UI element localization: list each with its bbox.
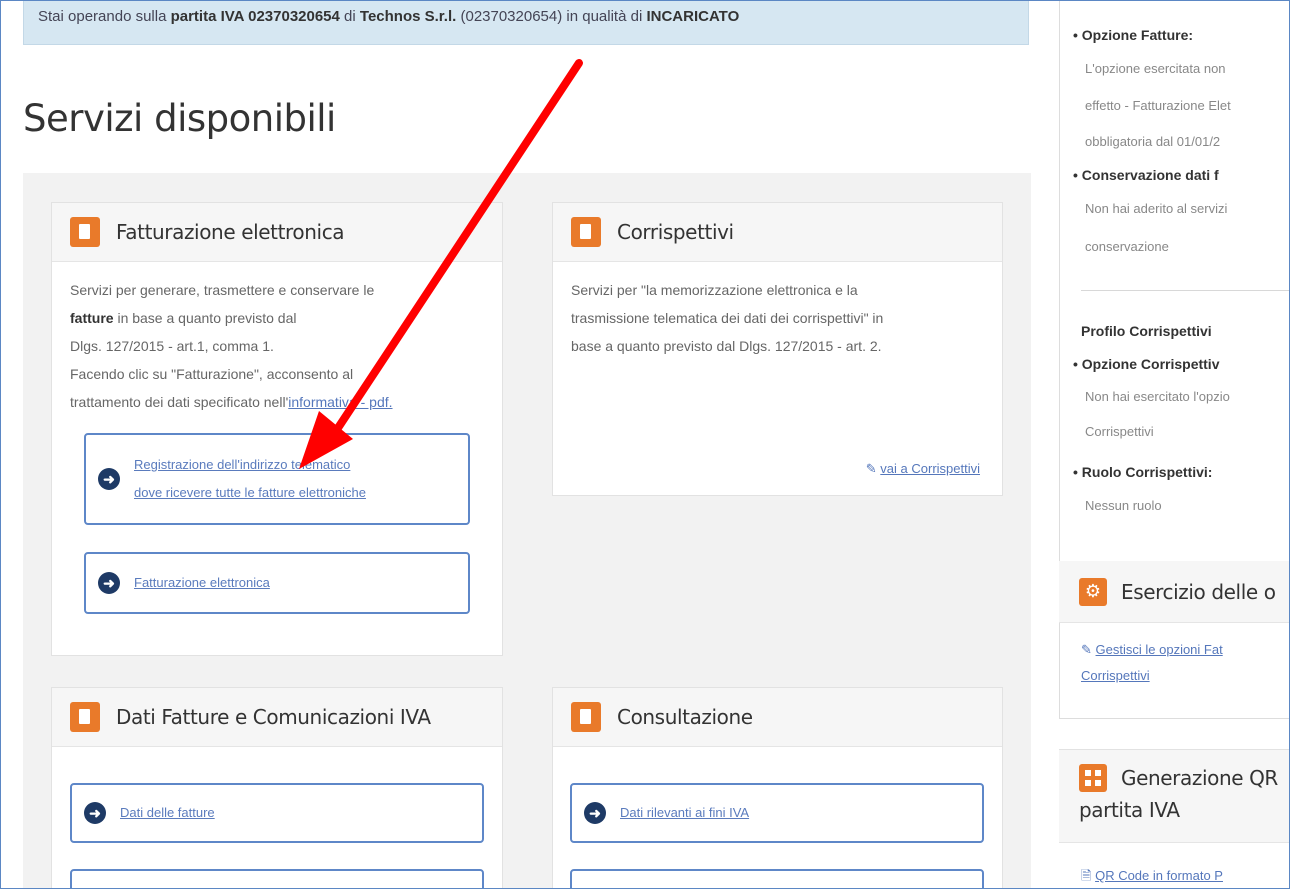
qr-title-row: Generazione QR <box>1079 764 1278 792</box>
privacy-pdf-link[interactable]: informativa - pdf. <box>288 394 392 410</box>
qr-generazione-header: Generazione QR partita IVA <box>1059 749 1289 843</box>
operating-context-notice: Stai operando sulla partita IVA 02370320… <box>23 1 1029 45</box>
registrazione-indirizzo-button[interactable]: ➜ Registrazione dell'indirizzo telematic… <box>84 433 470 525</box>
arrow-right-icon: ➜ <box>584 802 606 824</box>
arrow-right-icon: ➜ <box>84 802 106 824</box>
card-corrispettivi: Corrispettivi Servizi per "la memorizzaz… <box>552 202 1003 496</box>
desc-line: base a quanto previsto dal Dlgs. 127/201… <box>571 338 882 354</box>
button-label: Dati rilevanti ai fini IVA <box>620 805 750 820</box>
rp-text: Non hai esercitato l'opzio <box>1085 389 1230 404</box>
button-label: Registrazione dell'indirizzo telematico d… <box>134 457 366 500</box>
consultazione-second-button[interactable] <box>570 869 984 888</box>
gestisci-opzioni-link[interactable]: ✎ Gestisci le opzioni Fat Corrispettivi <box>1081 637 1223 689</box>
opzione-corrispettivi-item: • Opzione Corrispettiv <box>1073 356 1220 372</box>
opzione-fatture-item: • Opzione Fatture: <box>1073 27 1194 43</box>
desc-bold: fatture <box>70 310 114 326</box>
desc-text: trattamento dei dati specificato nell' <box>70 394 289 410</box>
notice-role: INCARICATO <box>646 8 740 25</box>
button-label: Fatturazione elettronica <box>134 575 270 590</box>
rp-text: Nessun ruolo <box>1085 498 1162 513</box>
link-label: Corrispettivi <box>1081 668 1150 683</box>
desc-line: trasmissione telematica dei dati dei cor… <box>571 310 884 326</box>
rp-text: L'opzione esercitata non <box>1085 61 1226 76</box>
desc-text: in base a quanto previsto dal <box>113 310 297 326</box>
dati-fatture-second-button[interactable] <box>70 869 484 888</box>
edit-icon: ✎ <box>1081 642 1092 657</box>
card-title: Dati Fatture e Comunicazioni IVA <box>116 705 431 729</box>
esercizio-opzioni-header: ⚙ Esercizio delle o <box>1059 561 1289 623</box>
desc-line: Servizi per generare, trasmettere e cons… <box>70 282 375 298</box>
card-header: Consultazione <box>553 688 1002 747</box>
rp-text: conservazione <box>1085 239 1169 254</box>
fatturazione-elettronica-button[interactable]: ➜ Fatturazione elettronica <box>84 552 470 614</box>
card-description: Servizi per generare, trasmettere e cons… <box>52 262 502 430</box>
link-label: QR Code in formato P <box>1095 868 1223 883</box>
notice-middle: di <box>339 8 360 25</box>
card-header: Dati Fatture e Comunicazioni IVA <box>52 688 502 747</box>
vai-a-corrispettivi-link[interactable]: ✎ vai a Corrispettivi <box>866 461 980 477</box>
card-description: Servizi per "la memorizzazione elettroni… <box>553 262 1002 374</box>
screenshot-frame: Stai operando sulla partita IVA 02370320… <box>0 0 1290 889</box>
page-title: Servizi disponibili <box>23 97 336 140</box>
document-icon <box>571 217 601 247</box>
notice-code: (02370320654) in qualità di <box>456 8 647 25</box>
button-label: Dati delle fatture <box>120 805 215 820</box>
document-icon <box>70 702 100 732</box>
rp-card-title: partita IVA <box>1079 798 1180 822</box>
qr-code-pdf-link[interactable]: 🗎 QR Code in formato P <box>1081 867 1223 888</box>
rp-text: obbligatoria dal 01/01/2 <box>1085 134 1221 149</box>
gear-icon: ⚙ <box>1079 577 1107 606</box>
rp-text: effetto - Fatturazione Elet <box>1085 98 1231 113</box>
card-header: Fatturazione elettronica <box>52 203 502 262</box>
desc-line: trattamento dei dati specificato nell'in… <box>70 388 484 416</box>
pdf-icon: 🗎 <box>1081 868 1092 883</box>
rp-card-title: Generazione QR <box>1121 766 1278 790</box>
dati-delle-fatture-button[interactable]: ➜ Dati delle fatture <box>70 783 484 843</box>
card-header: Corrispettivi <box>553 203 1002 262</box>
rp-card-title: Esercizio delle o <box>1121 579 1276 604</box>
arrow-right-icon: ➜ <box>98 468 120 490</box>
notice-company: Technos S.r.l. <box>359 8 457 25</box>
rp-text: Corrispettivi <box>1085 424 1154 439</box>
card-title: Consultazione <box>617 705 753 729</box>
rp-text: Non hai aderito al servizi <box>1085 201 1228 216</box>
card-title: Corrispettivi <box>617 220 734 244</box>
document-icon <box>571 702 601 732</box>
desc-line: fatture in base a quanto previsto dal <box>70 304 484 332</box>
qr-code-icon <box>1079 764 1107 792</box>
ruolo-corrispettivi-item: • Ruolo Corrispettivi: <box>1073 464 1213 480</box>
desc-line: Facendo clic su "Fatturazione", acconsen… <box>70 366 354 382</box>
edit-icon: ✎ <box>865 461 877 476</box>
notice-piva: partita IVA 02370320654 <box>170 8 340 25</box>
arrow-right-icon: ➜ <box>98 572 120 594</box>
link-label: Gestisci le opzioni Fat <box>1095 642 1223 657</box>
desc-line: Dlgs. 127/2015 - art.1, comma 1. <box>70 338 274 354</box>
link-label: vai a Corrispettivi <box>880 461 980 476</box>
card-title: Fatturazione elettronica <box>116 220 345 244</box>
notice-prefix: Stai operando sulla <box>38 8 171 25</box>
dati-rilevanti-iva-button[interactable]: ➜ Dati rilevanti ai fini IVA <box>570 783 984 843</box>
desc-line: Servizi per "la memorizzazione elettroni… <box>571 282 858 298</box>
profilo-corrispettivi-heading: Profilo Corrispettivi <box>1081 323 1212 339</box>
conservazione-item: • Conservazione dati f <box>1073 167 1219 183</box>
document-icon <box>70 217 100 247</box>
divider <box>1081 290 1289 291</box>
